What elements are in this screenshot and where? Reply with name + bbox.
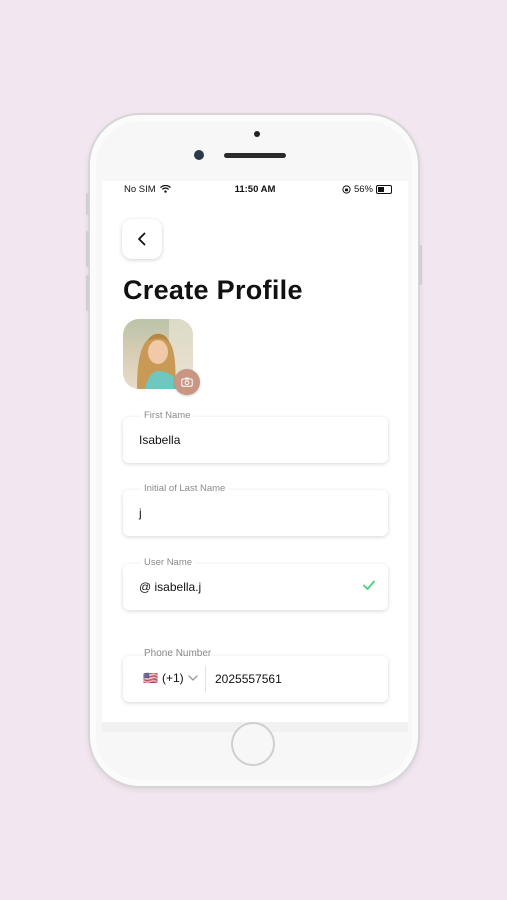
page-title: Create Profile [123,275,303,305]
power-button [419,245,422,285]
country-code: (+1) [161,671,184,685]
back-button[interactable] [122,219,162,259]
country-code-selector[interactable]: 🇺🇸 (+1) [143,671,198,685]
divider [205,666,206,692]
battery-percent: 56% [353,184,373,195]
home-button[interactable] [231,722,275,766]
camera-icon [181,377,193,387]
status-bar: No SIM 11:50 AM 56% [102,181,408,197]
user-name-field[interactable]: User Name @ isabella.j [123,557,388,610]
first-name-label: First Name [141,410,194,421]
user-name-label: User Name [141,557,196,568]
chevron-left-icon [138,232,146,246]
volume-down-button [86,275,89,311]
first-name-input[interactable]: Isabella [139,433,180,447]
last-initial-input[interactable]: j [139,506,142,520]
screen: No SIM 11:50 AM 56% Create Profile First… [102,181,408,722]
user-name-input[interactable]: @ isabella.j [139,580,201,594]
last-initial-field[interactable]: Initial of Last Name j [123,483,388,536]
front-camera [194,150,204,160]
earpiece-speaker [224,153,286,158]
change-photo-button[interactable] [174,369,200,395]
phone-frame: No SIM 11:50 AM 56% Create Profile First… [86,113,422,788]
last-initial-label: Initial of Last Name [141,483,229,494]
checkmark-icon [363,580,375,590]
chevron-down-icon [187,675,198,681]
first-name-field[interactable]: First Name Isabella [123,410,388,463]
battery-icon [376,185,392,194]
status-right: 56% [342,184,392,195]
volume-up-button [86,231,89,267]
phone-number-field[interactable]: 🇺🇸 (+1) 2025557561 [123,656,388,702]
orientation-lock-icon [342,185,351,194]
mute-switch [86,193,89,215]
proximity-sensor [254,131,260,137]
phone-number-input[interactable]: 2025557561 [215,672,282,686]
country-flag: 🇺🇸 [143,671,158,685]
